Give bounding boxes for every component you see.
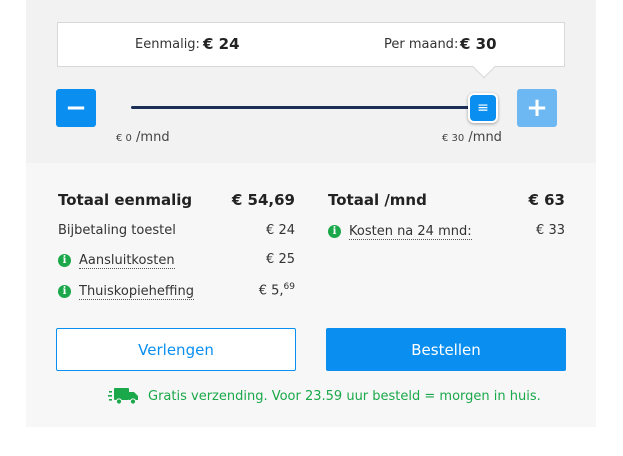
info-icon[interactable]: i	[58, 254, 71, 267]
copy-levy-row[interactable]: i Thuiskopieheffing	[58, 284, 194, 300]
increase-button[interactable]: +	[517, 89, 557, 127]
slider-max-label: € 30 /mnd	[442, 130, 502, 145]
order-button[interactable]: Bestellen	[326, 328, 566, 371]
slider-min-label: € 0 /mnd	[116, 130, 170, 145]
monthly-label: Per maand:	[384, 37, 459, 52]
connection-costs-label[interactable]: Aansluitkosten	[79, 253, 175, 269]
slider-track[interactable]	[131, 106, 486, 109]
copy-levy-value: € 5,69	[258, 282, 295, 299]
monthly-value: € 30	[460, 35, 497, 53]
shipping-notice: Gratis verzending. Voor 23.59 uur bestel…	[108, 386, 541, 406]
shipping-text: Gratis verzending. Voor 23.59 uur bestel…	[148, 388, 541, 404]
grip-icon: ≡	[477, 100, 489, 116]
one-time-label: Eenmalig:	[135, 37, 200, 52]
device-payment-value: € 24	[266, 223, 295, 238]
extend-button[interactable]: Verlengen	[56, 328, 296, 371]
connection-costs-value: € 25	[266, 252, 295, 267]
total-monthly-label: Totaal /mnd	[328, 191, 427, 209]
copy-levy-label[interactable]: Thuiskopieheffing	[79, 284, 194, 300]
total-one-time-label: Totaal eenmalig	[58, 191, 193, 209]
costs-after-24-row[interactable]: i Kosten na 24 mnd:	[328, 224, 472, 240]
total-one-time-value: € 54,69	[231, 191, 295, 209]
one-time-value: € 24	[203, 35, 240, 53]
device-payment-label: Bijbetaling toestel	[58, 223, 176, 238]
costs-after-24-label[interactable]: Kosten na 24 mnd:	[349, 224, 472, 240]
price-summary-box: Eenmalig: € 24 Per maand: € 30	[57, 22, 565, 79]
info-icon[interactable]: i	[328, 225, 341, 238]
minus-icon: −	[65, 93, 87, 123]
truck-icon	[108, 388, 138, 405]
plus-icon: +	[526, 93, 548, 123]
decrease-button[interactable]: −	[56, 89, 96, 127]
info-icon[interactable]: i	[58, 285, 71, 298]
costs-after-24-value: € 33	[536, 223, 565, 238]
total-monthly-value: € 63	[528, 191, 565, 209]
connection-costs-row[interactable]: i Aansluitkosten	[58, 253, 175, 269]
slider-handle[interactable]: ≡	[468, 93, 498, 123]
